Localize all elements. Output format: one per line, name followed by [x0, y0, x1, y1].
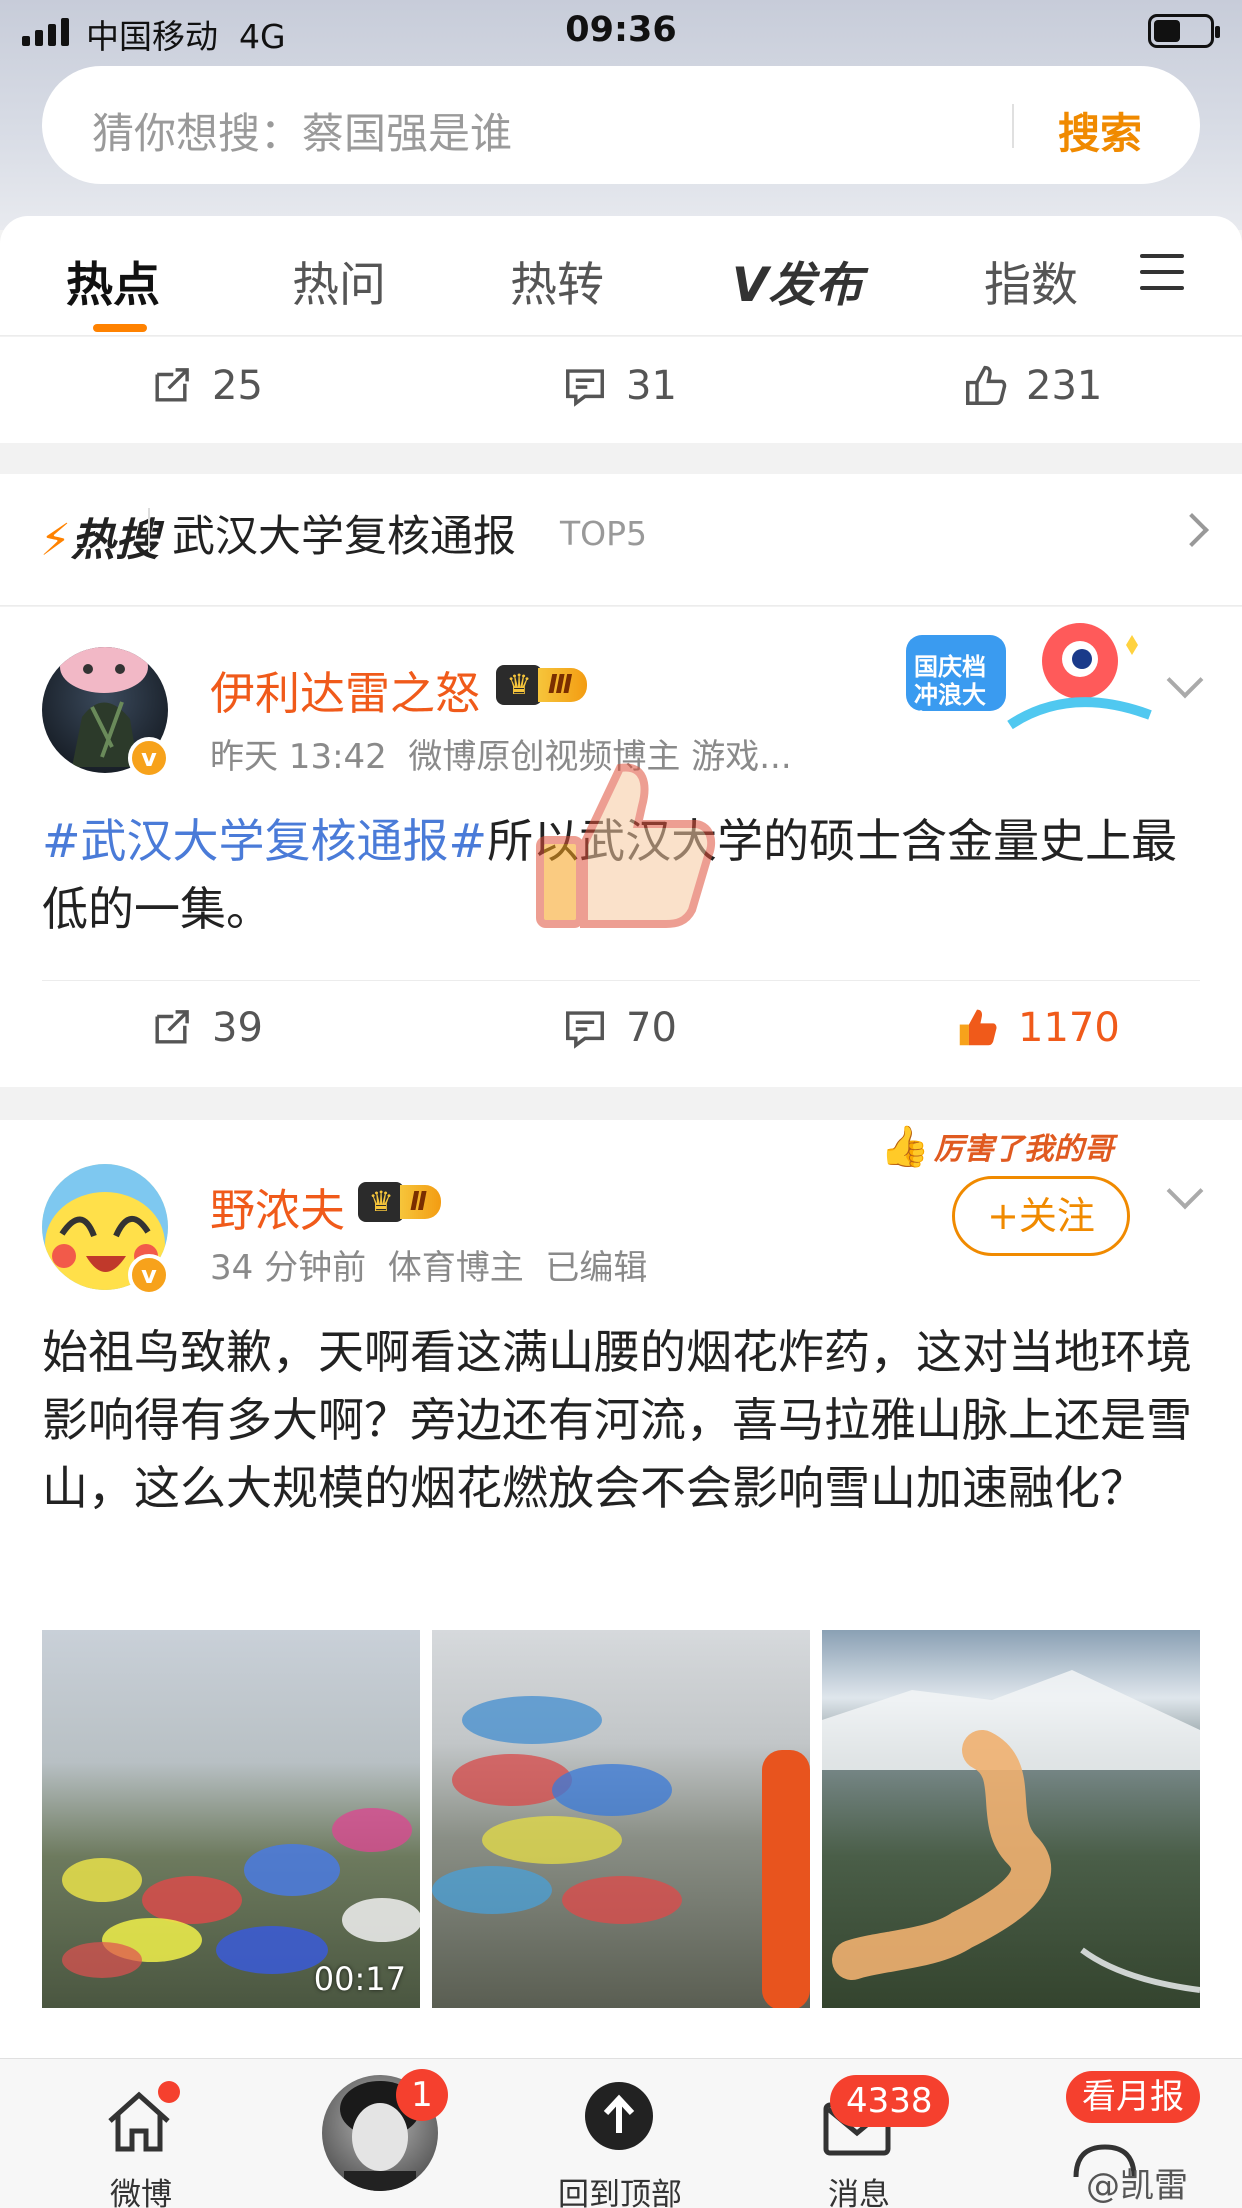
battery-icon [1148, 14, 1220, 48]
sticker-text: 国庆档 冲浪大师 [914, 653, 986, 737]
repost-count: 39 [212, 1005, 263, 1051]
comment-icon [566, 1011, 604, 1049]
messages-badge: 4338 [830, 2075, 949, 2127]
nav-back-to-top-label: 回到顶部 [558, 2177, 682, 2208]
clock: 09:36 [565, 10, 677, 50]
active-tab-indicator [93, 324, 147, 332]
repost-icon [155, 1010, 189, 1044]
thumbs-up-sticker-icon: 👍 [880, 1123, 930, 1170]
video-duration: 00:17 [313, 1960, 406, 1998]
crown-icon: ♛ [358, 1182, 404, 1222]
nav-back-to-top[interactable] [584, 2081, 654, 2151]
nav-home[interactable]: 微博 [104, 2081, 180, 2208]
prev-post-actions: 25 31 231 [0, 337, 1242, 443]
repost-icon [155, 368, 189, 402]
like-icon-active [959, 1009, 997, 1046]
profile-badge: 1 [396, 2069, 448, 2121]
smoke-mountain-art [822, 1670, 1200, 1993]
username[interactable]: 野浓夫 [210, 1174, 345, 1239]
sticker-awesome-bro: 👍 厉害了我的哥 [880, 1123, 1114, 1170]
tab-index[interactable]: 指数 [984, 246, 1078, 315]
like-icon [966, 365, 1007, 405]
like-button[interactable]: 231 [962, 363, 1102, 409]
username[interactable]: 伊利达雷之怒 [210, 657, 480, 722]
divider [42, 980, 1200, 981]
tab-hot-reposts[interactable]: 热转 [510, 246, 604, 315]
nav-messages-label: 消息 [828, 2177, 890, 2208]
crown-icon: ♛ [496, 665, 542, 705]
notification-dot [158, 2081, 180, 2103]
comment-count: 31 [626, 363, 677, 409]
menu-icon[interactable] [1140, 254, 1184, 290]
comment-count: 70 [626, 1005, 677, 1051]
follow-button[interactable]: +关注 [952, 1176, 1130, 1256]
nav-home-label: 微博 [110, 2177, 172, 2208]
hot-search-rank: TOP5 [560, 514, 648, 553]
chevron-down-icon[interactable] [1166, 661, 1204, 699]
sticker-cruise-master: 国庆档 冲浪大师 [900, 615, 1160, 745]
tab-hot-questions[interactable]: 热问 [292, 246, 386, 315]
weibo-app: 中国移动 4G 09:36 猜你想搜：蔡国强是谁 搜索 热点 热问 热转 V发布… [0, 0, 1242, 2208]
member-crown-badge: ♛ Ⅱ [358, 1182, 442, 1222]
search-input[interactable]: 猜你想搜：蔡国强是谁 [92, 100, 512, 161]
comment-button[interactable]: 70 [562, 1005, 677, 1051]
watermark: @凯雷 [1086, 2166, 1188, 2206]
tab-bar: 热点 热问 热转 V发布 指数 [0, 216, 1242, 336]
chevron-down-icon[interactable] [1166, 1172, 1204, 1210]
status-bar: 中国移动 4G 09:36 [0, 0, 1242, 60]
repost-count: 25 [212, 363, 263, 409]
repost-button[interactable]: 25 [148, 363, 263, 409]
hot-search-title: 武汉大学复核通报 [172, 512, 516, 562]
post-card-2: v 野浓夫 ♛ Ⅱ 34 分钟前 体育博主 已编辑 👍 厉害了我的哥 +关注 始祖… [0, 1120, 1242, 2060]
monthly-report-badge[interactable]: 看月报 [1066, 2071, 1200, 2123]
comment-icon [566, 369, 604, 407]
chevron-right-icon [1175, 513, 1209, 547]
tab-v-publish[interactable]: V发布 [732, 246, 862, 315]
photo-thumbnail[interactable] [822, 1630, 1200, 2008]
verified-badge-icon: v [128, 737, 170, 779]
bottom-nav: 微博 1 回到顶部 4338 消息 看月报 [0, 2058, 1242, 2208]
hashtag-link[interactable]: #武汉大学复核通报# [42, 814, 487, 868]
hot-search-header[interactable]: ⚡热搜 武汉大学复核通报 TOP5 [0, 474, 1242, 606]
verified-badge-icon: v [128, 1254, 170, 1296]
post-meta: 34 分钟前 体育博主 已编辑 [210, 1248, 648, 1288]
comment-button[interactable]: 31 [562, 363, 677, 409]
photo-thumbnail[interactable] [432, 1630, 810, 2008]
repost-button[interactable]: 39 [148, 1005, 263, 1051]
arrow-up-icon [585, 2082, 653, 2150]
photo-grid: 00:17 [42, 1630, 1200, 2008]
search-divider [1012, 104, 1014, 148]
like-count: 231 [1026, 363, 1103, 409]
search-button[interactable]: 搜索 [1058, 100, 1142, 161]
bolt-icon: ⚡ [40, 515, 71, 566]
thumbs-up-animation-icon [536, 760, 716, 930]
like-count: 1170 [1018, 1005, 1120, 1051]
like-button[interactable]: 1170 [954, 1005, 1120, 1051]
hot-search-divider [148, 508, 150, 552]
search-bar[interactable]: 猜你想搜：蔡国强是谁 搜索 [42, 66, 1200, 184]
hot-search-logo: ⚡热搜 [40, 515, 159, 566]
tab-hot[interactable]: 热点 [66, 246, 160, 315]
post-text: 始祖鸟致歉，天啊看这满山腰的烟花炸药，这对当地环境影响得有多大啊？旁边还有河流，… [42, 1325, 1192, 1515]
fireworks-art [62, 1808, 420, 1978]
video-thumbnail[interactable]: 00:17 [42, 1630, 420, 2008]
fireworks-art [432, 1696, 810, 2008]
member-crown-badge: ♛ Ⅲ [496, 665, 587, 705]
